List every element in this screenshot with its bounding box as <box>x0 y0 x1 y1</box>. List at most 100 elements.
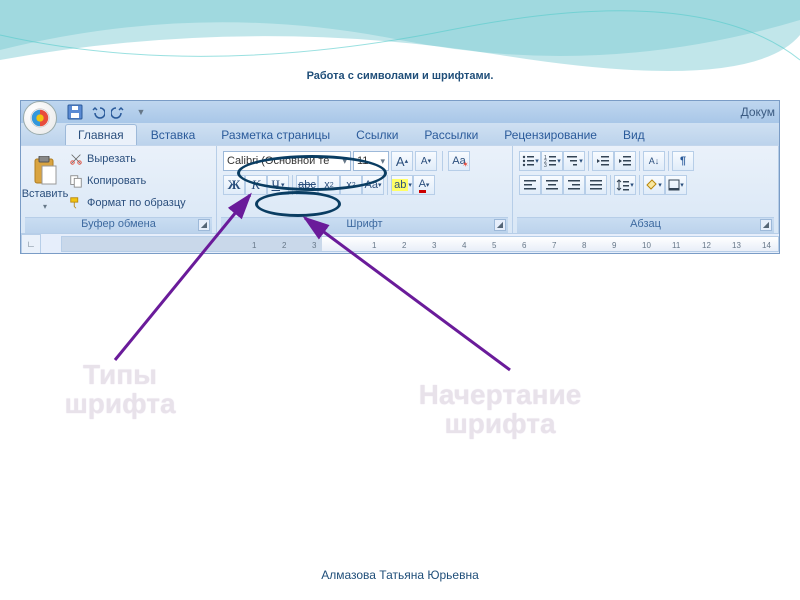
svg-text:14: 14 <box>762 241 771 250</box>
tab-mail[interactable]: Рассылки <box>412 125 490 145</box>
svg-text:13: 13 <box>732 241 741 250</box>
author-footer: Алмазова Татьяна Юрьевна <box>0 568 800 582</box>
align-right-button[interactable] <box>563 175 585 195</box>
slide-title: Работа с символами и шрифтами. <box>0 70 800 82</box>
quick-access-toolbar: ▼ <box>67 104 149 120</box>
strikethrough-button[interactable]: abc <box>296 175 318 195</box>
increase-indent-icon <box>618 154 632 168</box>
cut-label: Вырезать <box>87 153 136 165</box>
clipboard-launcher[interactable]: ◢ <box>198 219 210 231</box>
copy-button[interactable]: Копировать <box>69 171 186 191</box>
align-justify-icon <box>589 178 603 192</box>
format-painter-icon <box>69 196 83 210</box>
copy-icon <box>69 174 83 188</box>
shading-icon <box>646 179 658 191</box>
group-clipboard-label: Буфер обмена◢ <box>25 217 212 233</box>
svg-text:9: 9 <box>612 241 617 250</box>
group-paragraph: ▾ 123▾ ▾ A↓ ¶ ▾ <box>513 146 779 233</box>
highlight-button[interactable]: ab▾ <box>391 175 413 195</box>
horizontal-ruler[interactable]: 321 1234 5678 9101112 1314 <box>61 236 779 252</box>
format-painter-button[interactable]: Формат по образцу <box>69 193 186 213</box>
shrink-font-button[interactable]: A▾ <box>415 151 437 171</box>
office-button[interactable] <box>23 101 57 135</box>
borders-button[interactable]: ▾ <box>665 175 687 195</box>
svg-text:4: 4 <box>462 241 467 250</box>
align-right-icon <box>567 178 581 192</box>
decrease-indent-button[interactable] <box>592 151 614 171</box>
svg-text:2: 2 <box>282 241 287 250</box>
group-paragraph-label: Абзац◢ <box>517 217 774 233</box>
superscript-button[interactable]: x2 <box>340 175 362 195</box>
qat-customize-icon[interactable]: ▼ <box>133 104 149 120</box>
word-ribbon: ▼ Докум Главная Вставка Разметка страниц… <box>20 100 780 254</box>
svg-text:3: 3 <box>432 241 437 250</box>
group-font-label: Шрифт◢ <box>221 217 508 233</box>
group-font: Calibri (Основной те▾ 11▾ A▴ A▾ Aa✶ Ж К … <box>217 146 513 233</box>
underline-button[interactable]: Ч▾ <box>267 175 289 195</box>
tab-review[interactable]: Рецензирование <box>492 125 609 145</box>
paragraph-launcher[interactable]: ◢ <box>760 219 772 231</box>
ribbon-tabs: Главная Вставка Разметка страницы Ссылки… <box>21 123 779 145</box>
line-spacing-button[interactable]: ▾ <box>614 175 636 195</box>
annotation-label-font-style: Начертание шрифта <box>335 380 665 439</box>
undo-icon[interactable] <box>89 104 105 120</box>
tab-view[interactable]: Вид <box>611 125 657 145</box>
font-launcher[interactable]: ◢ <box>494 219 506 231</box>
svg-text:1: 1 <box>372 241 377 250</box>
subscript-button[interactable]: x2 <box>318 175 340 195</box>
increase-indent-button[interactable] <box>614 151 636 171</box>
svg-text:10: 10 <box>642 241 651 250</box>
paste-icon <box>32 156 58 186</box>
borders-icon <box>668 179 680 191</box>
svg-text:3: 3 <box>312 241 317 250</box>
tab-selector[interactable]: ∟ <box>21 234 41 254</box>
tab-home[interactable]: Главная <box>65 124 137 145</box>
numbering-button[interactable]: 123▾ <box>541 151 563 171</box>
title-bar: ▼ Докум <box>21 101 779 123</box>
bullets-icon <box>521 154 535 168</box>
font-family-value: Calibri (Основной те <box>227 155 329 167</box>
align-left-icon <box>523 178 537 192</box>
save-icon[interactable] <box>67 104 83 120</box>
bullets-button[interactable]: ▾ <box>519 151 541 171</box>
italic-button[interactable]: К <box>245 175 267 195</box>
tab-layout[interactable]: Разметка страницы <box>209 125 342 145</box>
show-marks-button[interactable]: ¶ <box>672 151 694 171</box>
font-color-button[interactable]: A▾ <box>413 175 435 195</box>
align-justify-button[interactable] <box>585 175 607 195</box>
font-size-value: 11 <box>357 155 368 167</box>
redo-icon[interactable] <box>111 104 127 120</box>
svg-text:3: 3 <box>544 163 547 168</box>
grow-font-button[interactable]: A▴ <box>391 151 413 171</box>
svg-text:7: 7 <box>552 241 557 250</box>
clear-formatting-button[interactable]: Aa✶ <box>448 151 470 171</box>
multilevel-icon <box>565 154 579 168</box>
cut-button[interactable]: Вырезать <box>69 149 186 169</box>
ribbon-body: Вставить ▾ Вырезать Копировать Формат по… <box>21 145 779 233</box>
font-size-combo[interactable]: 11▾ <box>353 151 389 171</box>
sort-button[interactable]: A↓ <box>643 151 665 171</box>
svg-text:8: 8 <box>582 241 587 250</box>
align-center-icon <box>545 178 559 192</box>
tab-refs[interactable]: Ссылки <box>344 125 410 145</box>
change-case-button[interactable]: Aa▾ <box>362 175 384 195</box>
format-painter-label: Формат по образцу <box>87 197 186 209</box>
svg-text:1: 1 <box>252 241 257 250</box>
group-clipboard: Вставить ▾ Вырезать Копировать Формат по… <box>21 146 217 233</box>
svg-text:11: 11 <box>672 241 681 250</box>
svg-text:12: 12 <box>702 241 711 250</box>
ruler-bar: ∟ 321 1234 5678 9101112 1314 <box>21 233 779 253</box>
font-family-combo[interactable]: Calibri (Основной те▾ <box>223 151 351 171</box>
align-left-button[interactable] <box>519 175 541 195</box>
shading-button[interactable]: ▾ <box>643 175 665 195</box>
paste-button[interactable]: Вставить ▾ <box>25 149 65 217</box>
document-title: Докум <box>741 105 775 119</box>
svg-text:6: 6 <box>522 241 527 250</box>
line-spacing-icon <box>616 178 630 192</box>
align-center-button[interactable] <box>541 175 563 195</box>
copy-label: Копировать <box>87 175 146 187</box>
tab-insert[interactable]: Вставка <box>139 125 208 145</box>
bold-button[interactable]: Ж <box>223 175 245 195</box>
multilevel-button[interactable]: ▾ <box>563 151 585 171</box>
cut-icon <box>69 152 83 166</box>
